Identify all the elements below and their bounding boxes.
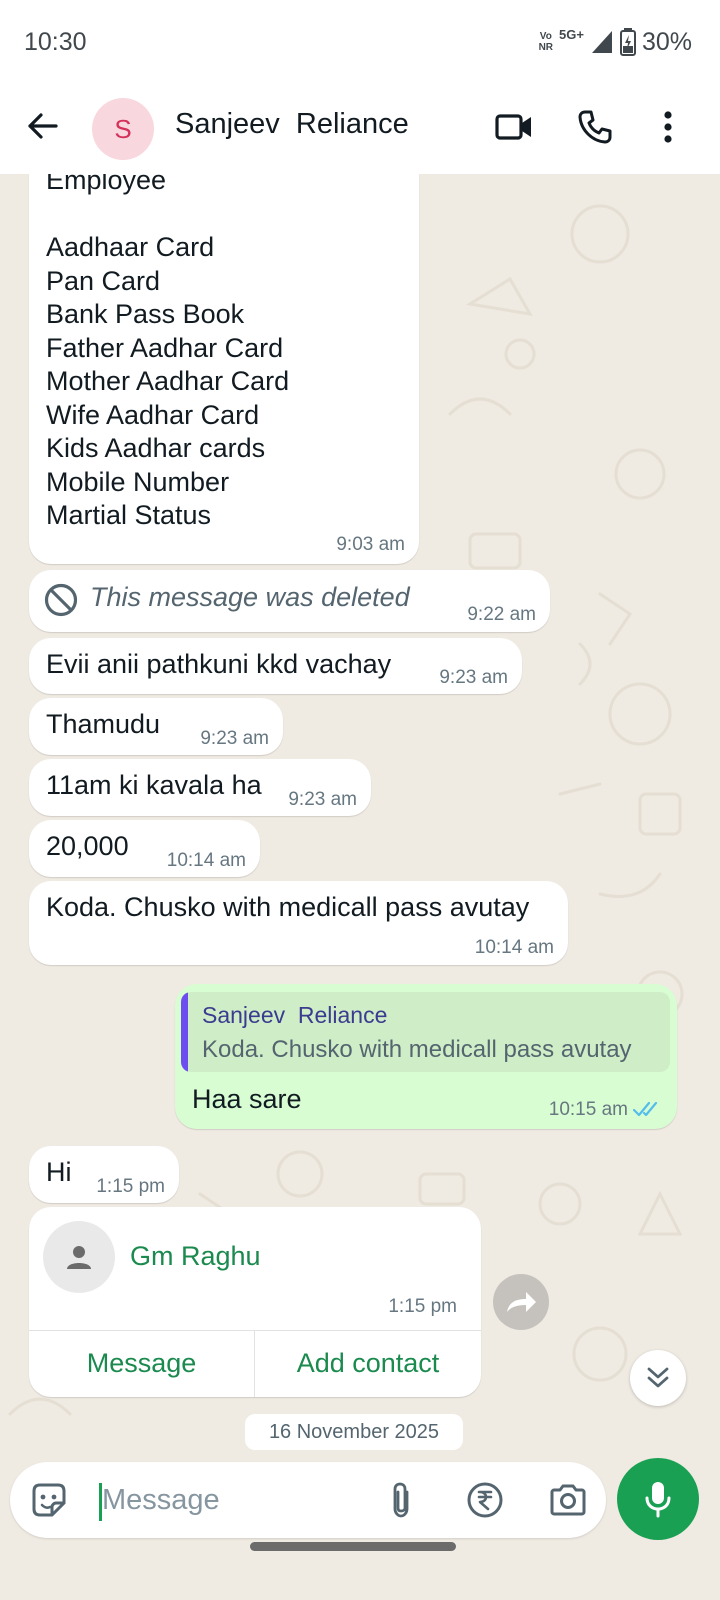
message-time: 9:03 am (336, 534, 405, 555)
video-call-button[interactable] (491, 104, 537, 150)
message-text: Koda. Chusko with medicall pass avutay (46, 892, 530, 922)
incoming-message[interactable]: 11am ki kavala ha 9:23 am (29, 759, 371, 816)
status-indicators: Vo NR 5G+ 30% (539, 26, 692, 58)
message-text: Employee Aadhaar Card Pan Card Bank Pass… (46, 174, 290, 530)
more-options-icon (664, 111, 672, 143)
back-arrow-icon (28, 113, 58, 139)
more-options-button[interactable] (645, 104, 691, 150)
add-contact-button[interactable]: Add contact (255, 1330, 481, 1397)
message-text: Haa sare (192, 1084, 302, 1114)
deleted-icon (44, 583, 78, 617)
outgoing-message-reply[interactable]: Sanjeev Reliance Koda. Chusko with medic… (175, 984, 677, 1129)
message-time: 10:15 am (548, 1099, 628, 1120)
quote-text: Koda. Chusko with medicall pass avutay (202, 1036, 632, 1063)
message-time: 9:23 am (439, 667, 508, 688)
message-text: This message was deleted (90, 582, 410, 612)
status-time: 10:30 (24, 28, 87, 56)
gesture-nav-handle[interactable] (250, 1542, 456, 1551)
back-button[interactable] (22, 106, 62, 146)
message-text: 20,000 (46, 831, 129, 861)
forward-button[interactable] (493, 1274, 549, 1330)
double-check-icon (633, 1101, 658, 1117)
voice-call-button[interactable] (572, 104, 618, 150)
message-time: 1:15 pm (96, 1176, 165, 1197)
rupee-payment-icon (467, 1482, 503, 1518)
sticker-button[interactable] (28, 1479, 70, 1521)
status-bar: 10:30 Vo NR 5G+ 30% (0, 0, 720, 84)
network-type: 5G+ (559, 26, 584, 42)
incoming-message[interactable]: 20,000 10:14 am (29, 820, 260, 877)
camera-button[interactable] (547, 1479, 589, 1521)
message-time: 10:14 am (166, 850, 246, 871)
forward-icon (507, 1292, 536, 1312)
message-contact-button[interactable]: Message (29, 1330, 254, 1397)
incoming-message[interactable]: Evii anii pathkuni kkd vachay 9:23 am (29, 638, 522, 694)
quote-bar (181, 992, 188, 1072)
attach-icon (393, 1482, 409, 1518)
date-divider-chip: 16 November 2025 (245, 1414, 463, 1450)
mic-icon (645, 1482, 671, 1518)
message-time: 9:22 am (467, 604, 536, 625)
voice-message-button[interactable] (617, 1458, 699, 1540)
double-chevron-down-icon (647, 1367, 669, 1388)
battery-icon (619, 28, 636, 56)
video-call-icon (495, 114, 531, 140)
message-input-container[interactable] (10, 1462, 606, 1538)
incoming-contact-card[interactable]: Gm Raghu 1:15 pm Message Add contact (29, 1207, 481, 1397)
battery-percent: 30% (641, 27, 692, 56)
camera-icon (550, 1484, 586, 1516)
avatar[interactable]: S (92, 98, 154, 160)
message-time: 10:14 am (474, 937, 554, 958)
incoming-message-deleted[interactable]: This message was deleted 9:22 am (29, 570, 550, 632)
contact-avatar[interactable] (43, 1221, 115, 1293)
voice-call-icon (578, 110, 612, 144)
message-time: 9:23 am (288, 789, 357, 810)
chat-header: S Sanjeev Reliance (0, 84, 720, 174)
incoming-message[interactable]: Thamudu 9:23 am (29, 698, 283, 755)
message-text: 11am ki kavala ha (46, 770, 262, 800)
message-text: Evii anii pathkuni kkd vachay (46, 649, 392, 679)
sticker-icon (32, 1483, 66, 1517)
volte-indicator: Vo NR (538, 31, 554, 53)
message-input[interactable] (102, 1476, 382, 1524)
incoming-message-document-list[interactable]: Employee Aadhaar Card Pan Card Bank Pass… (29, 174, 419, 564)
incoming-message[interactable]: Koda. Chusko with medicall pass avutay 1… (29, 881, 568, 965)
scroll-to-bottom-button[interactable] (630, 1350, 686, 1406)
payment-button[interactable] (464, 1479, 506, 1521)
message-time: 1:15 pm (388, 1296, 457, 1317)
incoming-message[interactable]: Hi 1:15 pm (29, 1146, 179, 1203)
signal-icon (591, 31, 612, 53)
composer-bar (0, 1458, 720, 1600)
shared-contact-name[interactable]: Gm Raghu (130, 1241, 261, 1272)
message-time: 9:23 am (200, 728, 269, 749)
attach-button[interactable] (380, 1479, 422, 1521)
person-icon (67, 1246, 91, 1269)
message-text: Hi (46, 1157, 72, 1187)
quoted-message[interactable]: Sanjeev Reliance Koda. Chusko with medic… (181, 992, 670, 1072)
contact-name[interactable]: Sanjeev Reliance (175, 108, 409, 141)
chat-area[interactable]: Employee Aadhaar Card Pan Card Bank Pass… (0, 174, 720, 1458)
message-text: Thamudu (46, 709, 161, 739)
avatar-letter: S (114, 113, 132, 144)
quote-sender: Sanjeev Reliance (202, 1002, 388, 1028)
